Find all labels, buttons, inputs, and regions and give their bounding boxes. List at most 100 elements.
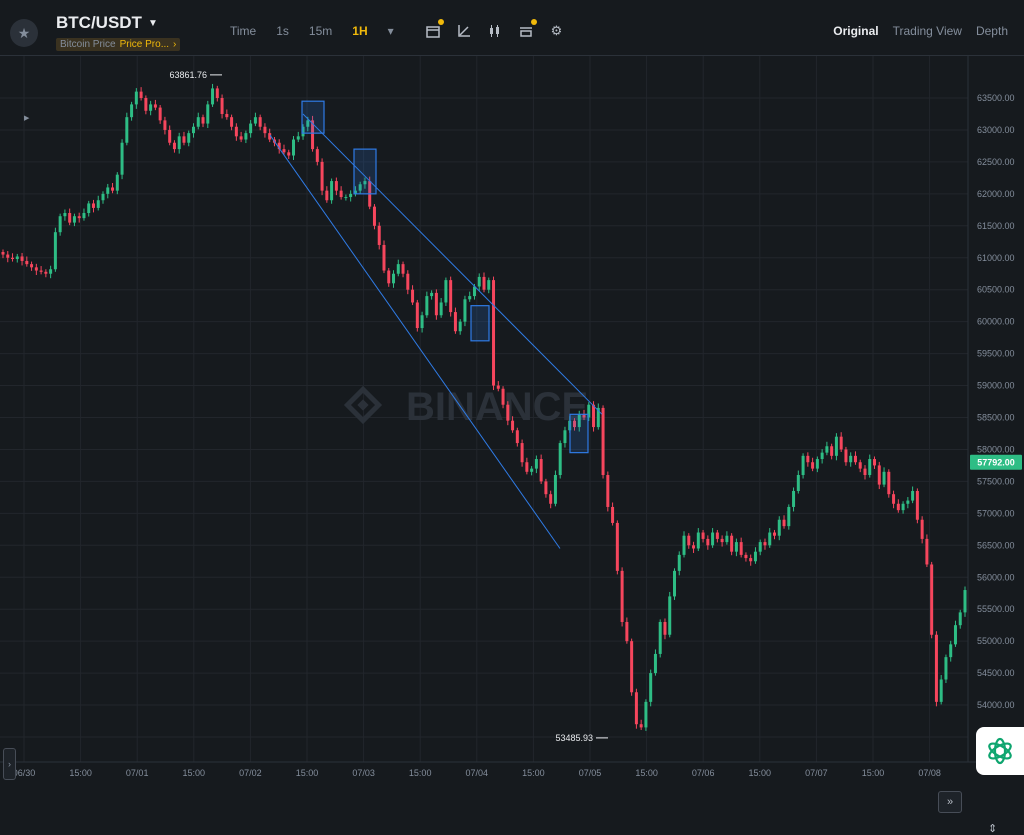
- gear-icon[interactable]: ⚙: [548, 22, 565, 39]
- candle: [20, 252, 24, 266]
- y-tick-label: 57000.00: [977, 508, 1015, 518]
- ai-assistant-icon[interactable]: [976, 727, 1024, 775]
- calendar-indicator-icon[interactable]: [424, 19, 444, 39]
- candle: [182, 131, 186, 146]
- low-price-label: 53485.93: [555, 733, 593, 743]
- candle-body: [515, 430, 519, 444]
- candle-body: [830, 446, 834, 456]
- candle-body: [892, 494, 896, 504]
- y-tick-label: 56000.00: [977, 572, 1015, 582]
- interval-time[interactable]: Time: [220, 24, 266, 38]
- star-icon[interactable]: ★: [10, 19, 38, 47]
- x-tick-label: 07/03: [352, 768, 375, 778]
- candle-body: [182, 136, 186, 143]
- candle: [553, 470, 557, 507]
- view-switcher: Original Trading View Depth: [833, 24, 1008, 38]
- candle-body: [553, 475, 557, 504]
- candle-body: [106, 187, 110, 194]
- candle: [596, 403, 600, 430]
- candle-body: [201, 117, 205, 124]
- candle: [296, 131, 300, 143]
- highlight-box: [470, 305, 490, 342]
- candle-body: [11, 257, 15, 260]
- y-tick-label: 63500.00: [977, 93, 1015, 103]
- line-draw-icon[interactable]: [455, 22, 472, 39]
- candle-body: [920, 519, 924, 539]
- candle-body: [687, 535, 691, 546]
- candle-body: [439, 302, 443, 316]
- y-tick-label: 55500.00: [977, 604, 1015, 614]
- candle: [849, 452, 853, 467]
- template-icon[interactable]: [517, 19, 537, 39]
- watermark-text: BINANCE: [406, 385, 588, 429]
- candle-body: [887, 471, 891, 495]
- candle-body: [939, 679, 943, 702]
- candle-body: [530, 468, 534, 472]
- candle-body: [801, 455, 805, 476]
- candle: [549, 490, 553, 509]
- candle-body: [230, 117, 234, 127]
- candle: [725, 531, 729, 545]
- candle-body: [334, 181, 338, 191]
- candle: [672, 568, 676, 600]
- candle: [615, 520, 619, 575]
- interval-15m[interactable]: 15m: [299, 24, 342, 38]
- chart-area[interactable]: BINANCE 63861.76 53485.93 57792.00 63500.0…: [0, 56, 1024, 835]
- interval-1h[interactable]: 1H: [342, 24, 377, 38]
- candle-body: [782, 519, 786, 527]
- chevron-right-icon: ›: [173, 39, 177, 50]
- y-tick-label: 61000.00: [977, 253, 1015, 263]
- candle-body: [420, 315, 424, 329]
- candle: [830, 443, 834, 460]
- scale-icon[interactable]: ⇕: [988, 822, 997, 835]
- candle: [901, 501, 905, 514]
- candle: [853, 451, 857, 465]
- candle-body: [934, 634, 938, 702]
- candle: [620, 567, 624, 627]
- candle-body: [434, 292, 438, 316]
- candle: [920, 516, 924, 544]
- interval-1s[interactable]: 1s: [266, 24, 299, 38]
- caret-down-icon[interactable]: ▾: [378, 24, 404, 38]
- candle: [68, 208, 72, 226]
- candle-body: [172, 142, 176, 150]
- info-tags[interactable]: Bitcoin Price Price Pro... ›: [56, 38, 181, 51]
- candle-body: [592, 404, 596, 428]
- pair-selector[interactable]: BTC/USDT ▼: [56, 13, 158, 33]
- view-trading-view[interactable]: Trading View: [893, 24, 962, 38]
- candle-body: [720, 538, 724, 543]
- candle: [158, 105, 162, 124]
- candle: [434, 289, 438, 320]
- candle-body: [196, 117, 200, 127]
- candle: [863, 465, 867, 480]
- candle: [220, 94, 224, 119]
- candle-body: [525, 462, 529, 472]
- candle-body: [382, 244, 386, 271]
- collapse-arrow-icon[interactable]: ▶: [24, 114, 29, 122]
- y-tick-label: 62500.00: [977, 157, 1015, 167]
- candle-body: [806, 455, 810, 463]
- candle: [239, 131, 243, 143]
- y-tick-label: 56500.00: [977, 540, 1015, 550]
- candle-body: [682, 535, 686, 555]
- double-chevron-right-icon[interactable]: »: [938, 791, 962, 813]
- candle: [325, 186, 329, 203]
- candle: [477, 273, 481, 291]
- candle-body: [511, 420, 515, 431]
- candle: [468, 291, 472, 302]
- x-tick-label: 07/08: [918, 768, 941, 778]
- view-original[interactable]: Original: [833, 24, 878, 38]
- candle-body: [634, 692, 638, 725]
- candle-body: [544, 481, 548, 495]
- candle: [806, 452, 810, 467]
- highlight-box: [569, 413, 589, 454]
- candle-body: [853, 455, 857, 463]
- candle: [696, 528, 700, 552]
- side-panel-toggle[interactable]: ›: [3, 748, 16, 780]
- candle-body: [653, 653, 657, 674]
- view-depth[interactable]: Depth: [976, 24, 1008, 38]
- candle: [149, 100, 153, 116]
- price-chart[interactable]: BINANCE 63861.76 53485.93 57792.00 63500.0…: [0, 56, 1024, 792]
- candlestick-icon[interactable]: [486, 22, 503, 39]
- y-tick-label: 63000.00: [977, 125, 1015, 135]
